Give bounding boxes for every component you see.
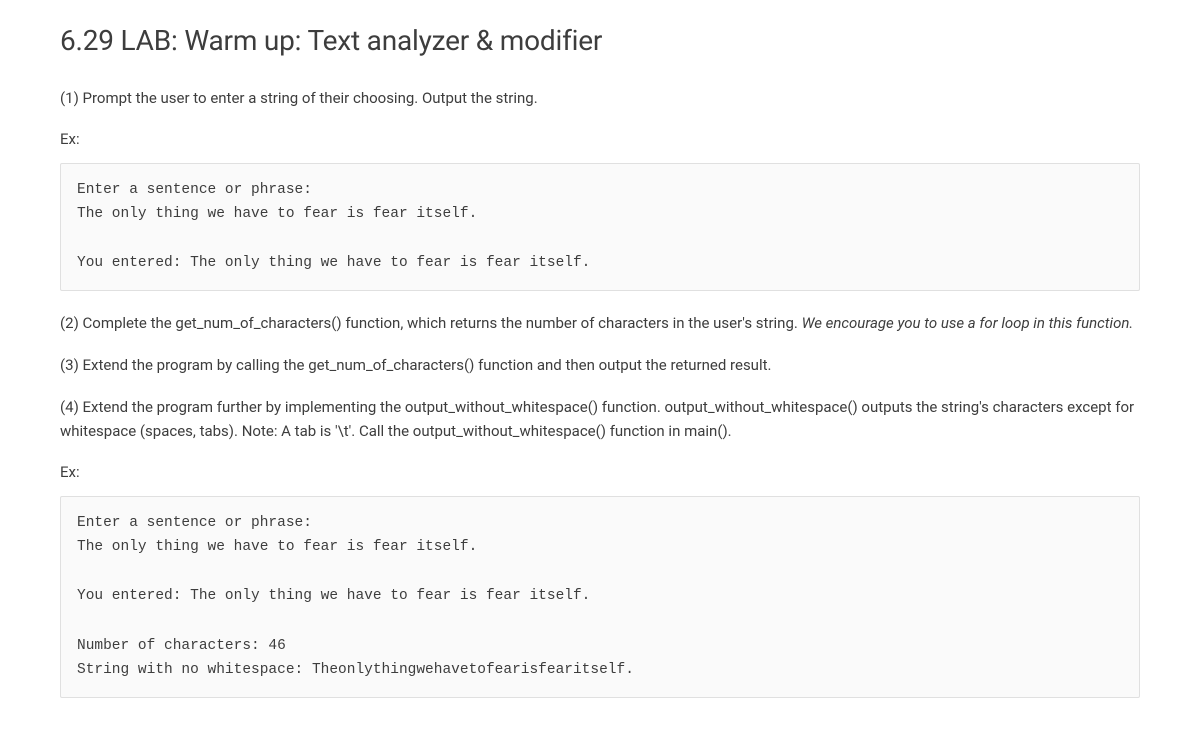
step-2-instruction: (2) Complete the get_num_of_characters()… [60, 311, 1140, 335]
example-1-code: Enter a sentence or phrase: The only thi… [60, 163, 1140, 292]
step-4-instruction: (4) Extend the program further by implem… [60, 395, 1140, 443]
lab-title: 6.29 LAB: Warm up: Text analyzer & modif… [60, 20, 1140, 62]
step-3-instruction: (3) Extend the program by calling the ge… [60, 353, 1140, 377]
example-1-label: Ex: [60, 128, 1140, 151]
example-2-code: Enter a sentence or phrase: The only thi… [60, 496, 1140, 698]
step-2-hint: We encourage you to use a for loop in th… [802, 314, 1134, 332]
step-2-text: (2) Complete the get_num_of_characters()… [60, 314, 802, 332]
step-1-instruction: (1) Prompt the user to enter a string of… [60, 86, 1140, 110]
example-2-label: Ex: [60, 461, 1140, 484]
